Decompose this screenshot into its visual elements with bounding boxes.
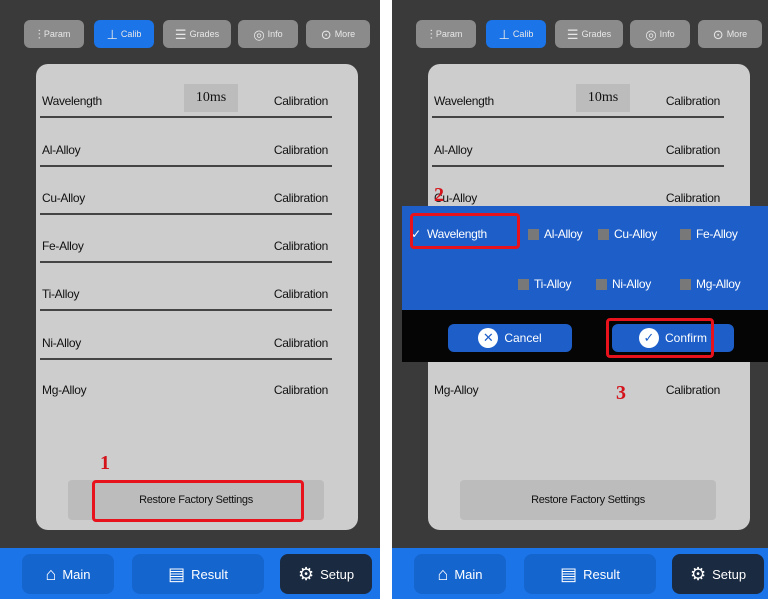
option-mg-alloy[interactable]: Mg-Alloy (680, 274, 741, 294)
calibration-row-al-alloy: Al-Alloy Calibration (432, 125, 724, 167)
sliders-icon: ⫶ (37, 26, 41, 42)
calibration-icon: ⊥ (498, 26, 510, 42)
wavelength-value[interactable]: 10ms (576, 84, 630, 112)
more-icon: ⊙ (712, 26, 724, 42)
home-icon: ⌂ (437, 564, 449, 584)
top-tab-bar: ⫶ Param ⊥ Calib ☰ Grades ◎ Info ⊙ More (0, 14, 380, 52)
option-ti-alloy[interactable]: Ti-Alloy (518, 274, 571, 294)
nav-setup-button[interactable]: ⚙ Setup (280, 554, 372, 594)
calibration-button[interactable]: Calibration (274, 287, 328, 301)
home-icon: ⌂ (45, 564, 57, 584)
checkbox[interactable] (596, 278, 607, 290)
calibration-row-wavelength: Wavelength 10ms Calibration (432, 76, 724, 118)
checkbox[interactable] (680, 228, 691, 240)
wavelength-value[interactable]: 10ms (184, 84, 238, 112)
calibration-button[interactable]: Calibration (666, 191, 720, 205)
nav-main-button[interactable]: ⌂ Main (414, 554, 506, 594)
grades-icon: ☰ (174, 26, 187, 42)
highlight-box-wavelength (410, 213, 520, 249)
nav-result-button[interactable]: ▤ Result (524, 554, 656, 594)
tab-grades[interactable]: ☰ Grades (555, 20, 623, 48)
info-icon: ◎ (645, 26, 657, 42)
gear-icon: ⚙ (297, 564, 315, 584)
calibration-button[interactable]: Calibration (274, 239, 328, 253)
calibration-button[interactable]: Calibration (666, 383, 720, 397)
tab-param[interactable]: ⫶ Param (24, 20, 84, 48)
calibration-button[interactable]: Calibration (666, 143, 720, 157)
highlight-box-restore (92, 480, 304, 522)
checkbox[interactable] (598, 228, 609, 240)
result-icon: ▤ (560, 564, 578, 584)
calibration-button[interactable]: Calibration (274, 94, 328, 108)
device-screen-right: ⫶ Param ⊥ Calib ☰ Grades ◎ Info ⊙ More Wavele… (392, 0, 768, 599)
calibration-button[interactable]: Calibration (274, 336, 328, 350)
calibration-button[interactable]: Calibration (274, 143, 328, 157)
step-number-3: 3 (616, 382, 626, 404)
tab-calib[interactable]: ⊥ Calib (486, 20, 546, 48)
tab-grades[interactable]: ☰ Grades (163, 20, 231, 48)
grades-icon: ☰ (566, 26, 579, 42)
close-icon: ✕ (478, 328, 499, 348)
calibration-button[interactable]: Calibration (666, 94, 720, 108)
step-number-1: 1 (100, 452, 110, 474)
calibration-icon: ⊥ (106, 26, 118, 42)
option-ni-alloy[interactable]: Ni-Alloy (596, 274, 651, 294)
highlight-box-confirm (606, 318, 714, 358)
tab-more[interactable]: ⊙ More (698, 20, 762, 48)
device-screen-left: ⫶ Param ⊥ Calib ☰ Grades ◎ Info ⊙ More Wavele… (0, 0, 380, 599)
tab-info[interactable]: ◎ Info (238, 20, 298, 48)
more-icon: ⊙ (320, 26, 332, 42)
calibration-row-al-alloy: Al-Alloy Calibration (40, 125, 332, 167)
bottom-nav: ⌂ Main ▤ Result ⚙ Setup (392, 548, 768, 599)
calibration-row-ni-alloy: Ni-Alloy Calibration (40, 318, 332, 360)
calibration-row-fe-alloy: Fe-Alloy Calibration (40, 221, 332, 263)
sliders-icon: ⫶ (429, 26, 433, 42)
tab-param[interactable]: ⫶ Param (416, 20, 476, 48)
gear-icon: ⚙ (689, 564, 707, 584)
tab-more[interactable]: ⊙ More (306, 20, 370, 48)
option-fe-alloy[interactable]: Fe-Alloy (680, 224, 738, 244)
info-icon: ◎ (253, 26, 265, 42)
tab-calib[interactable]: ⊥ Calib (94, 20, 154, 48)
top-tab-bar: ⫶ Param ⊥ Calib ☰ Grades ◎ Info ⊙ More (392, 14, 768, 52)
calibration-row-mg-alloy: Mg-Alloy Calibration (434, 383, 720, 397)
calibration-row-wavelength: Wavelength 10ms Calibration (40, 76, 332, 118)
nav-result-button[interactable]: ▤ Result (132, 554, 264, 594)
bottom-nav: ⌂ Main ▤ Result ⚙ Setup (0, 548, 380, 599)
option-cu-alloy[interactable]: Cu-Alloy (598, 224, 657, 244)
option-al-alloy[interactable]: Al-Alloy (528, 224, 583, 244)
checkbox[interactable] (518, 278, 529, 290)
checkbox[interactable] (680, 278, 691, 290)
tab-info[interactable]: ◎ Info (630, 20, 690, 48)
nav-main-button[interactable]: ⌂ Main (22, 554, 114, 594)
calibration-button[interactable]: Calibration (274, 383, 328, 397)
result-icon: ▤ (168, 564, 186, 584)
nav-setup-button[interactable]: ⚙ Setup (672, 554, 764, 594)
cancel-button[interactable]: ✕ Cancel (448, 324, 572, 352)
calibration-row-cu-alloy: Cu-Alloy Calibration (40, 173, 332, 215)
calibration-row-mg-alloy: Mg-Alloy Calibration (42, 383, 328, 397)
step-number-2: 2 (434, 184, 444, 206)
restore-factory-settings-button[interactable]: Restore Factory Settings (460, 480, 716, 520)
calibration-row-ti-alloy: Ti-Alloy Calibration (40, 269, 332, 311)
checkbox[interactable] (528, 228, 539, 240)
calibration-button[interactable]: Calibration (274, 191, 328, 205)
